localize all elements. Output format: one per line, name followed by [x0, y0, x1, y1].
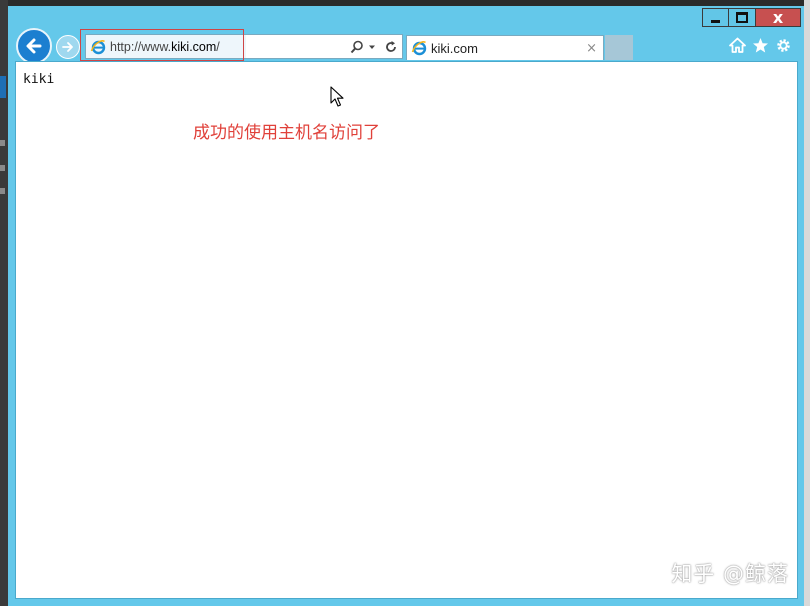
maximize-icon: [736, 12, 748, 23]
new-tab-button[interactable]: [605, 35, 633, 60]
chevron-down-icon[interactable]: [368, 43, 376, 51]
close-button[interactable]: x: [756, 8, 801, 27]
minimize-button[interactable]: [702, 8, 729, 27]
forward-button[interactable]: [56, 35, 80, 59]
tab-title: kiki.com: [431, 40, 478, 56]
refresh-icon[interactable]: [384, 40, 398, 54]
close-icon: x: [772, 8, 784, 27]
gear-icon[interactable]: [775, 37, 792, 54]
desktop-icon-fragment: [0, 165, 5, 171]
forward-arrow-icon: [62, 42, 73, 52]
title-bar[interactable]: [8, 6, 804, 28]
address-tools: [350, 40, 398, 54]
annotation-text: 成功的使用主机名访问了: [193, 123, 380, 143]
desktop-icon-fragment: [0, 188, 5, 194]
desktop-right-edge: [804, 0, 810, 606]
desktop-fragment: [0, 76, 6, 98]
tab-kiki[interactable]: kiki.com ×: [406, 35, 604, 60]
watermark: 知乎 @鲸落: [671, 562, 789, 586]
right-toolbar: [729, 37, 792, 54]
tab-close-icon[interactable]: ×: [586, 41, 597, 56]
search-icon[interactable]: [350, 40, 364, 54]
mouse-cursor-icon: [330, 86, 344, 107]
page-body-text: kiki: [23, 72, 55, 87]
browser-window: x http://www.kiki.com/ kiki.com × kiki 成…: [8, 6, 804, 606]
star-icon[interactable]: [752, 37, 769, 54]
highlight-box: [80, 29, 244, 61]
page-content: kiki 成功的使用主机名访问了 知乎 @鲸落: [15, 61, 798, 599]
minimize-icon: [711, 19, 720, 23]
home-icon[interactable]: [729, 37, 746, 54]
back-arrow-icon: [26, 38, 42, 54]
ie-logo-icon: [411, 41, 427, 56]
desktop-icon-fragment: [0, 140, 5, 146]
caption-buttons: x: [702, 8, 801, 27]
desktop-left-edge: [0, 0, 8, 606]
back-button[interactable]: [16, 28, 52, 64]
maximize-button[interactable]: [729, 8, 756, 27]
